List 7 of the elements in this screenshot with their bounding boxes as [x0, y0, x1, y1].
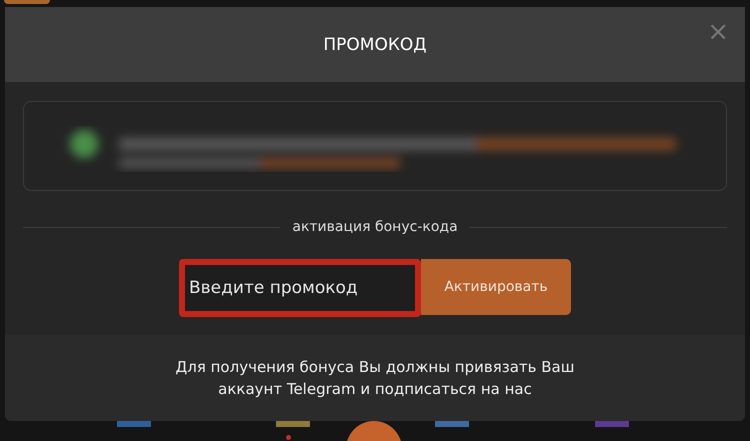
footer-text: Для получения бонуса Вы должны привязать Ваш аккаунт Telegram и подписаться на нас	[174, 357, 576, 400]
activate-button[interactable]: Активировать	[421, 259, 571, 315]
dialog-title: ПРОМОКОД	[323, 34, 427, 54]
close-button[interactable]: ×	[707, 19, 729, 45]
section-label: активация бонус-кода	[292, 219, 458, 235]
promo-input-field[interactable]: Введите промокод	[185, 265, 415, 311]
notification-dot	[286, 435, 291, 440]
